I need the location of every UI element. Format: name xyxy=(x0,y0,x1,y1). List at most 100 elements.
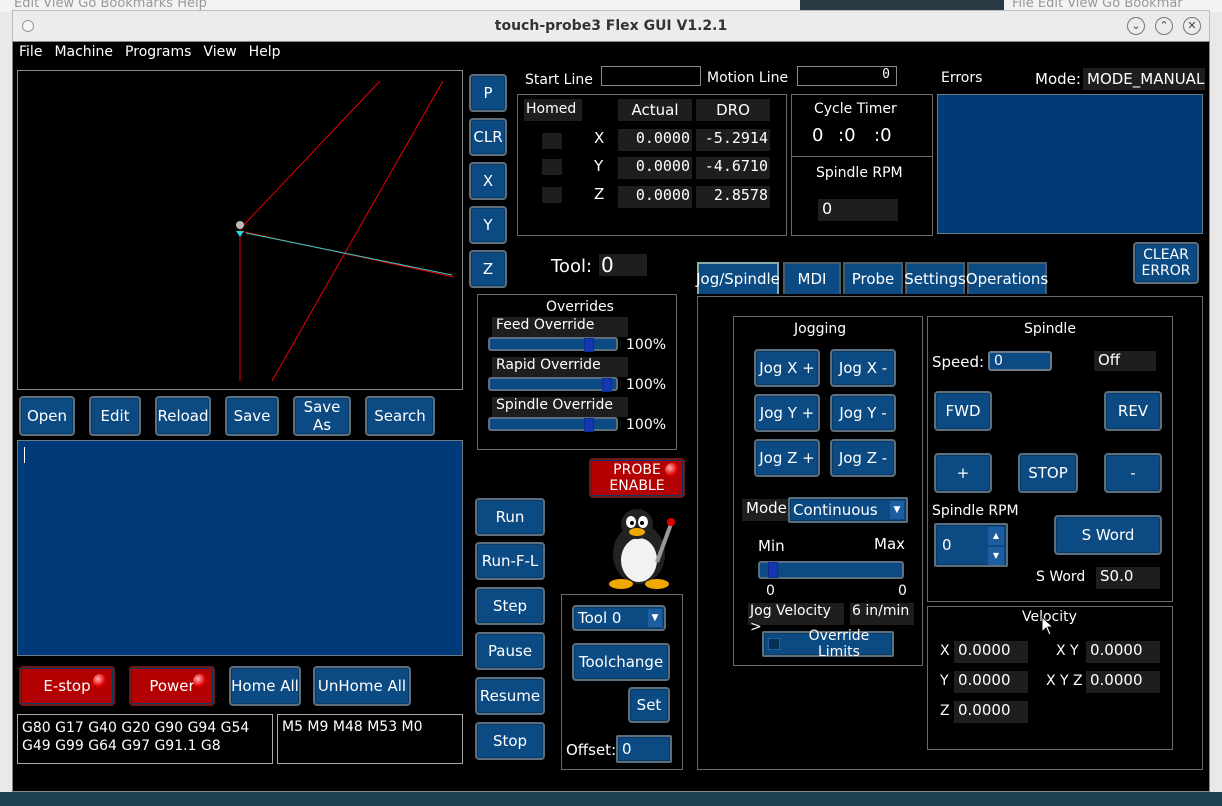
dro-homed-y xyxy=(542,159,562,175)
rapid-override-value: 100% xyxy=(626,377,667,393)
toolpath-plot[interactable] xyxy=(17,70,463,390)
slider-handle[interactable] xyxy=(768,562,778,578)
rapid-override-slider[interactable] xyxy=(488,377,618,392)
reload-button[interactable]: Reload xyxy=(155,396,211,436)
tab-settings[interactable]: Settings xyxy=(904,262,966,294)
minimize-icon[interactable]: ⌄ xyxy=(1127,17,1145,35)
clear-error-button[interactable]: CLEAR ERROR xyxy=(1133,242,1199,284)
menu-file[interactable]: File xyxy=(13,42,48,66)
tab-jog-spindle[interactable]: Jog/Spindle xyxy=(696,262,780,294)
resume-button[interactable]: Resume xyxy=(475,677,545,715)
jog-min-label: Min xyxy=(758,537,785,555)
spindle-rev-button[interactable]: REV xyxy=(1104,391,1162,431)
plot-x-button[interactable]: X xyxy=(469,162,507,200)
spindle-override-slider[interactable] xyxy=(488,417,618,432)
active-mcodes: M5 M9 M48 M53 M0 xyxy=(277,714,463,764)
dro-dro-z: 2.8578 xyxy=(696,186,770,208)
jog-x-minus-button[interactable]: Jog X - xyxy=(830,349,896,387)
plot-z-button[interactable]: Z xyxy=(469,250,507,288)
plot-y-button[interactable]: Y xyxy=(469,206,507,244)
spin-up-icon[interactable]: ▲ xyxy=(988,527,1004,545)
menu-programs[interactable]: Programs xyxy=(119,42,197,66)
spindle-decrease-button[interactable]: - xyxy=(1104,453,1162,493)
set-tool-button[interactable]: Set xyxy=(628,687,670,723)
save-button[interactable]: Save xyxy=(225,396,279,436)
spindle-rpm-spinbox[interactable]: 0 ▲ ▼ xyxy=(934,523,1008,567)
slider-handle[interactable] xyxy=(584,418,594,432)
spindle-override-value: 100% xyxy=(626,417,667,433)
gcode-editor[interactable] xyxy=(17,440,463,656)
feed-override-slider[interactable] xyxy=(488,337,618,352)
cycle-timer-panel: Cycle Timer 0 :0 :0 xyxy=(791,94,933,158)
tab-bar: Jog/Spindle MDI Probe Settings Operation… xyxy=(696,262,1057,296)
toolchange-button[interactable]: Toolchange xyxy=(572,643,670,681)
run-from-line-button[interactable]: Run-F-L xyxy=(475,542,545,580)
checkbox-box[interactable] xyxy=(768,638,780,650)
spindle-rpm-spin-label: Spindle RPM xyxy=(932,503,1019,519)
toolpath-graphic xyxy=(236,80,455,382)
run-button[interactable]: Run xyxy=(475,498,545,536)
estop-led-icon xyxy=(93,674,107,688)
mode-label: Mode: xyxy=(1035,70,1081,88)
menu-machine[interactable]: Machine xyxy=(48,42,119,66)
dro-axis-y: Y xyxy=(594,157,604,175)
stop-program-button[interactable]: Stop xyxy=(475,722,545,760)
slider-handle[interactable] xyxy=(602,378,612,392)
tab-mdi[interactable]: MDI xyxy=(783,262,841,294)
power-led-icon xyxy=(193,674,207,688)
start-line-input[interactable] xyxy=(601,66,701,86)
jogging-panel: Jogging Jog X + Jog X - Jog Y + Jog Y - … xyxy=(733,316,923,666)
motion-line-value: 0 xyxy=(797,66,897,86)
spindle-rpm-spin-value: 0 xyxy=(942,536,952,554)
plot-perspective-button[interactable]: P xyxy=(469,74,507,112)
menu-view[interactable]: View xyxy=(197,42,242,66)
tab-operations[interactable]: Operations xyxy=(966,262,1048,294)
home-all-button[interactable]: Home All xyxy=(229,666,301,706)
probe-enable-button[interactable]: PROBE ENABLE xyxy=(589,458,685,498)
velocity-x-value: 0.0000 xyxy=(954,641,1028,663)
close-icon[interactable]: ✕ xyxy=(1183,17,1201,35)
open-button[interactable]: Open xyxy=(19,396,75,436)
velocity-y-value: 0.0000 xyxy=(954,671,1028,693)
maximize-icon[interactable]: ⌃ xyxy=(1155,17,1173,35)
spin-down-icon[interactable]: ▼ xyxy=(988,547,1004,565)
jog-max-label: Max xyxy=(874,535,906,553)
save-as-button[interactable]: Save As xyxy=(293,396,351,436)
spindle-fwd-button[interactable]: FWD xyxy=(934,391,992,431)
background-window-strip-right xyxy=(1210,12,1222,792)
jog-y-minus-button[interactable]: Jog Y - xyxy=(830,394,896,432)
step-button[interactable]: Step xyxy=(475,587,545,625)
override-limits-checkbox[interactable]: Override Limits xyxy=(762,628,894,660)
edit-button[interactable]: Edit xyxy=(89,396,141,436)
menu-help[interactable]: Help xyxy=(243,42,287,66)
jog-x-plus-button[interactable]: Jog X + xyxy=(754,349,820,387)
pause-button[interactable]: Pause xyxy=(475,632,545,670)
spindle-increase-button[interactable]: + xyxy=(934,453,992,493)
tool-select[interactable]: Tool 0 ▼ xyxy=(572,605,666,631)
window-menu-icon[interactable] xyxy=(22,20,34,32)
slider-handle[interactable] xyxy=(584,338,594,352)
probe-enable-label: PROBE ENABLE xyxy=(609,462,665,494)
offset-input[interactable]: 0 xyxy=(616,735,672,763)
jog-mode-select[interactable]: Continuous ▼ xyxy=(788,497,908,523)
window-title: touch-probe3 Flex GUI V1.2.1 xyxy=(494,18,728,34)
unhome-all-button[interactable]: UnHome All xyxy=(313,666,411,706)
tab-probe[interactable]: Probe xyxy=(843,262,903,294)
spindle-speed-label: Speed: xyxy=(932,353,985,371)
dro-axis-x: X xyxy=(594,129,605,147)
search-button[interactable]: Search xyxy=(365,396,435,436)
s-word-button[interactable]: S Word xyxy=(1054,515,1162,555)
estop-button[interactable]: E-stop xyxy=(19,666,115,706)
jog-velocity-slider[interactable] xyxy=(758,561,904,579)
power-button[interactable]: Power xyxy=(129,666,215,706)
jog-z-plus-button[interactable]: Jog Z + xyxy=(754,439,820,477)
menu-bar: File Machine Programs View Help xyxy=(13,42,1209,66)
spindle-stop-button[interactable]: STOP xyxy=(1018,453,1078,493)
dro-dro-x: -5.2914 xyxy=(696,129,770,151)
jog-z-minus-button[interactable]: Jog Z - xyxy=(830,439,896,477)
spindle-override-label: Spindle Override xyxy=(492,397,628,417)
plot-clear-button[interactable]: CLR xyxy=(469,118,507,156)
jog-y-plus-button[interactable]: Jog Y + xyxy=(754,394,820,432)
jog-min-value: 0 xyxy=(766,583,775,599)
spindle-speed-input[interactable]: 0 xyxy=(988,351,1052,371)
